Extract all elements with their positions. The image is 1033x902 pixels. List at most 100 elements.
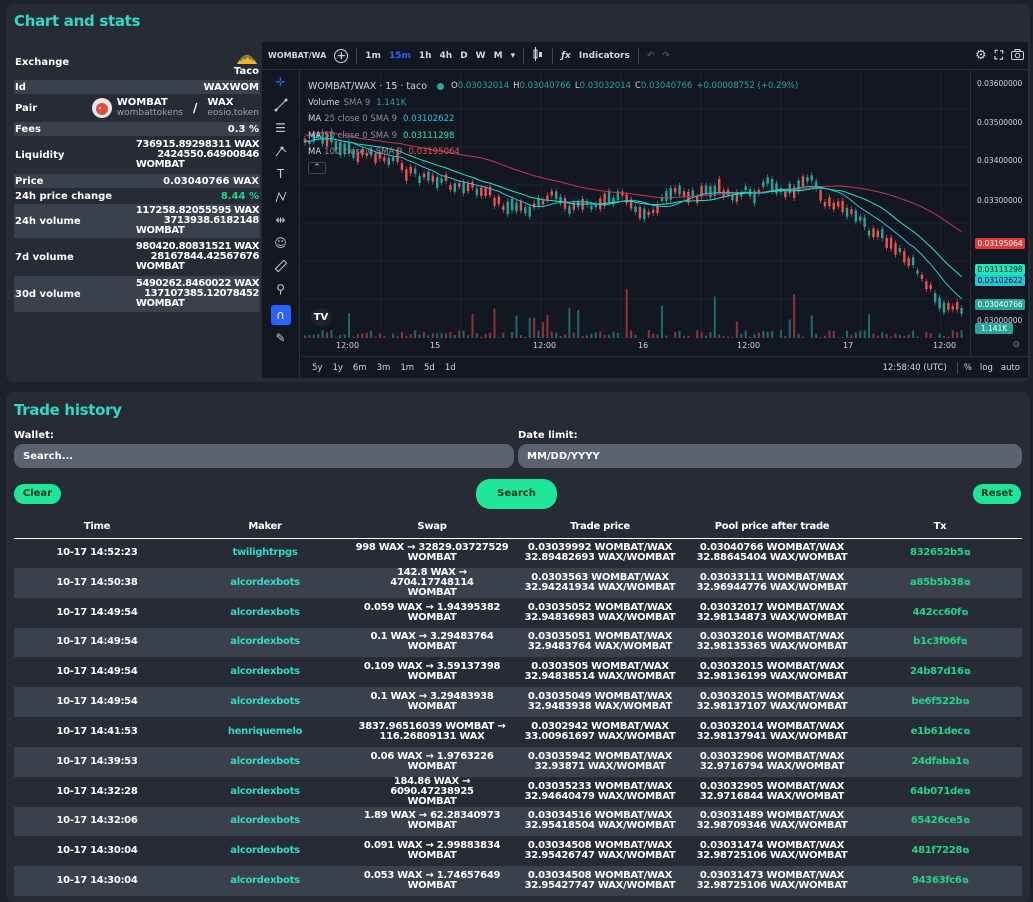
change-value: 8.44 % (221, 191, 259, 202)
interval-button[interactable]: M (494, 51, 503, 61)
cell-tx-link[interactable]: 481f7228⧉ (858, 836, 1022, 866)
cell-tx-link[interactable]: 832652b5⧉ (858, 538, 1022, 568)
cell-time: 10-17 14:49:54 (14, 598, 180, 628)
cell-maker-link[interactable]: alcordexbots (180, 807, 350, 837)
wallet-search-input[interactable] (14, 444, 514, 468)
cell-tx-link[interactable]: b1c3f06f⧉ (858, 628, 1022, 658)
cell-tx-link[interactable]: 94363fc6⧉ (858, 866, 1022, 896)
interval-button[interactable]: 1h (419, 51, 432, 61)
percent-scale-toggle[interactable]: % (964, 363, 972, 373)
horizontal-lines-icon[interactable]: ☰ (262, 116, 299, 139)
indicators-button[interactable]: Indicators (579, 51, 630, 61)
pitchfork-icon[interactable] (262, 139, 299, 162)
chart-stats-panel: Chart and stats Exchange Taco Id WAXWOM … (6, 4, 1030, 382)
camera-icon[interactable] (1011, 49, 1024, 63)
cell-maker-link[interactable]: alcordexbots (180, 747, 350, 777)
log-scale-toggle[interactable]: log (980, 363, 993, 373)
cell-tx-link[interactable]: 64b071de⧉ (858, 777, 1022, 807)
cell-tx-link[interactable]: 24b87d16⧉ (858, 657, 1022, 687)
cell-maker-link[interactable]: twilightrpgs (180, 538, 350, 568)
search-button[interactable]: Search (476, 479, 557, 509)
x-tick: 12:00 (533, 341, 556, 350)
ruler-icon[interactable] (262, 254, 299, 277)
cell-trade-price: 0.03039992 WOMBAT/WAX32.89482693 WAX/WOM… (514, 538, 686, 568)
range-button[interactable]: 3m (377, 363, 391, 373)
clear-button[interactable]: Clear (14, 484, 61, 504)
chevron-down-icon[interactable]: ▾ (511, 51, 516, 61)
go-to-realtime-icon[interactable]: ⊝ (1012, 340, 1020, 350)
cell-tx-link[interactable]: 65426ce5⧉ (858, 807, 1022, 837)
cell-maker-link[interactable]: alcordexbots (180, 866, 350, 896)
cell-tx-link[interactable]: 442cc60f⧉ (858, 598, 1022, 628)
reset-button[interactable]: Reset (973, 484, 1021, 504)
cell-tx-link[interactable]: a85b5b38⧉ (858, 568, 1022, 598)
price-axis[interactable]: 0.03600000 0.03500000 0.03400000 0.03300… (970, 70, 1028, 356)
cell-swap: 0.06 WAX → 1.9763226 WOMBAT (350, 747, 514, 777)
range-button[interactable]: 1d (445, 363, 456, 373)
interval-button[interactable]: 4h (440, 51, 453, 61)
candles-icon[interactable] (532, 47, 544, 64)
date-limit-label: Date limit: (518, 430, 578, 441)
cell-maker-link[interactable]: alcordexbots (180, 657, 350, 687)
range-button[interactable]: 5d (424, 363, 435, 373)
cell-time: 10-17 14:41:53 (14, 717, 180, 747)
settings-gear-icon[interactable]: ⚙ (975, 48, 987, 63)
tradingview-logo-icon[interactable]: TV (310, 308, 332, 326)
compare-plus-icon[interactable]: + (334, 49, 348, 63)
text-tool-icon[interactable]: T (262, 162, 299, 185)
stats-row-fees: Fees 0.3 % (14, 122, 260, 136)
cell-maker-link[interactable]: alcordexbots (180, 628, 350, 658)
symbol-selector[interactable]: WOMBAT/WA (268, 51, 326, 60)
auto-scale-toggle[interactable]: auto (1001, 363, 1020, 373)
range-button[interactable]: 6m (353, 363, 367, 373)
fullscreen-icon[interactable]: ⛶ (995, 48, 1003, 63)
legend-ma25[interactable]: MA25 close 0 SMA 90.03102622 (308, 111, 798, 128)
cell-pool-price: 0.03040766 WOMBAT/WAX32.88645404 WAX/WOM… (686, 538, 858, 568)
chart-clock[interactable]: 12:58:40 (UTC) (882, 363, 946, 373)
stats-row-price: Price 0.03040766 WAX (14, 174, 260, 188)
range-button[interactable]: 1y (332, 363, 342, 373)
stats-row-vol24: 24h volume 117258.82055595 WAX3713938.61… (14, 204, 260, 238)
interval-button[interactable]: W (476, 51, 486, 61)
range-button[interactable]: 1m (400, 363, 414, 373)
time-axis[interactable]: 12:00 15 12:00 16 12:00 17 12:00 (301, 338, 970, 356)
interval-button[interactable]: D (460, 51, 467, 61)
cell-maker-link[interactable]: alcordexbots (180, 836, 350, 866)
quote-token[interactable]: WAX eosio.token (207, 98, 259, 118)
interval-button[interactable]: 15m (389, 51, 411, 61)
trading-chart[interactable]: WOMBAT/WA + 1m15m1h4hDWM ▾ ƒx Indicators… (262, 42, 1028, 378)
cell-tx-link[interactable]: 24dfaba1⧉ (858, 747, 1022, 777)
legend-ma50[interactable]: MA50 close 0 SMA 90.03111298 (308, 128, 798, 145)
interval-button[interactable]: 1m (365, 51, 381, 61)
lock-pencil-icon[interactable]: ✎ (262, 326, 299, 349)
cell-maker-link[interactable]: alcordexbots (180, 777, 350, 807)
base-token[interactable]: WOMBAT wombattokens (117, 98, 183, 118)
range-button[interactable]: 5y (312, 363, 322, 373)
cell-maker-link[interactable]: henriquemelo (180, 717, 350, 747)
cell-tx-link[interactable]: be6f522b⧉ (858, 687, 1022, 717)
collapse-legend-icon[interactable]: ⌃ (308, 162, 326, 174)
crosshair-icon[interactable]: ✛ (262, 70, 299, 93)
magnet-icon[interactable]: ∩ (271, 305, 291, 325)
zoom-icon[interactable]: ⚲ (262, 277, 299, 300)
cell-pool-price: 0.03031473 WOMBAT/WAX32.98725106 WAX/WOM… (686, 866, 858, 896)
undo-icon[interactable]: ↶ (647, 51, 655, 61)
cell-maker-link[interactable]: alcordexbots (180, 598, 350, 628)
emoji-icon[interactable]: ☺ (262, 231, 299, 254)
exchange-value[interactable]: Taco (234, 66, 259, 77)
prediction-icon[interactable]: ⇹ (262, 208, 299, 231)
pattern-icon[interactable] (262, 185, 299, 208)
trendline-icon[interactable] (262, 93, 299, 116)
table-row: 10-17 14:39:53alcordexbots0.06 WAX → 1.9… (14, 747, 1022, 777)
cell-tx-link[interactable]: e1b61dec⧉ (858, 717, 1022, 747)
cell-pool-price: 0.03032014 WOMBAT/WAX32.98137941 WAX/WOM… (686, 717, 858, 747)
external-link-icon: ⧉ (963, 757, 968, 766)
table-row: 10-17 14:32:28alcordexbots184.86 WAX → 6… (14, 777, 1022, 807)
cell-maker-link[interactable]: alcordexbots (180, 568, 350, 598)
date-limit-input[interactable] (518, 444, 1022, 468)
redo-icon[interactable]: ↷ (662, 51, 670, 61)
cell-swap: 0.091 WAX → 2.99883834 WOMBAT (350, 836, 514, 866)
cell-maker-link[interactable]: alcordexbots (180, 687, 350, 717)
legend-volume[interactable]: VolumeSMA 91.141K (308, 95, 798, 112)
legend-ma100[interactable]: MA100 close 0 SMA 90.03195064 (308, 144, 798, 161)
